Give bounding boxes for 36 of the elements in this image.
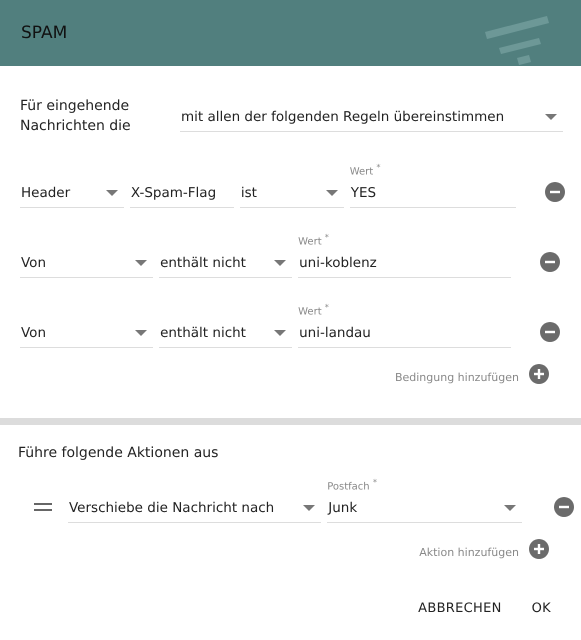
field-label: Postfach $^{*}$	[327, 477, 377, 492]
section-title: Führe folgende Aktionen aus	[18, 445, 220, 461]
caret-icon	[545, 114, 557, 120]
dropdown[interactable]: Von	[20, 316, 154, 348]
field-label: Wert $^{*}$	[298, 302, 329, 318]
caret-icon	[274, 330, 286, 336]
cancel-button[interactable]: ABBRECHEN	[410, 595, 510, 622]
dropdown[interactable]: enthält nicht	[159, 246, 292, 278]
field-label: Wert $^{*}$	[298, 232, 329, 248]
dropdown[interactable]: Von	[20, 246, 154, 278]
remove-icon[interactable]	[540, 252, 560, 272]
dialog-title: SPAM	[21, 23, 68, 43]
dropdown[interactable]: Verschiebe die Nachricht nach	[68, 491, 322, 523]
dropdown[interactable]: Header	[20, 176, 124, 208]
add-icon[interactable]	[529, 539, 549, 559]
remove-icon[interactable]	[545, 182, 565, 202]
add-action-label[interactable]: Aktion hinzufügen	[419, 546, 519, 558]
caret-icon	[274, 260, 286, 266]
caret-icon	[106, 190, 118, 196]
ok-button[interactable]: OK	[524, 595, 559, 622]
field-label: Wert $^{*}$	[350, 162, 381, 178]
caret-icon	[504, 505, 516, 511]
caret-icon	[135, 260, 148, 266]
remove-icon[interactable]	[540, 322, 560, 342]
remove-icon[interactable]	[554, 497, 574, 517]
dropdown[interactable]: ist	[240, 176, 344, 208]
match-label: Für eingehende Nachrichten die	[20, 97, 132, 136]
caret-icon	[303, 505, 316, 511]
caret-icon	[135, 330, 148, 336]
input-field[interactable]: X-Spam-Flag	[130, 176, 234, 208]
add-icon[interactable]	[529, 364, 549, 384]
dropdown[interactable]: enthält nicht	[159, 316, 292, 348]
drag-handle-icon[interactable]	[34, 503, 52, 511]
dropdown[interactable]: mit allen der folgenden Regeln übereinstimmen	[180, 100, 563, 132]
add-condition-label[interactable]: Bedingung hinzufügen	[394, 370, 519, 384]
caret-icon	[326, 190, 338, 196]
